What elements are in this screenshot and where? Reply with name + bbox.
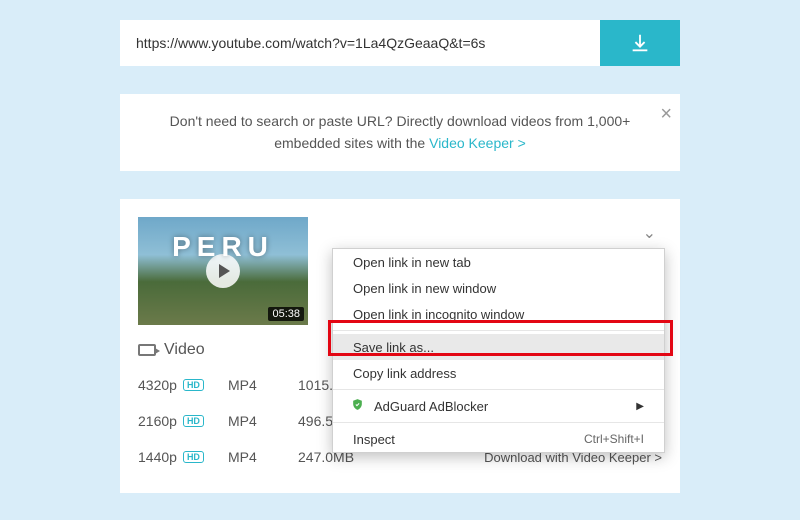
context-menu-item[interactable]: Inspect Ctrl+Shift+I (333, 426, 664, 452)
context-menu-label: Inspect (353, 432, 395, 447)
context-menu-label: Save link as... (353, 340, 434, 355)
quality-label: 4320p (138, 377, 177, 393)
chevron-down-icon[interactable]: ⌄ (643, 223, 656, 243)
context-menu-label: Copy link address (353, 366, 456, 381)
format-label: MP4 (228, 413, 298, 429)
context-menu-label: Open link in new window (353, 281, 496, 296)
context-menu-item[interactable]: Save link as... (333, 334, 664, 360)
thumb-title: PERU (138, 231, 308, 263)
context-menu-separator (333, 422, 664, 423)
url-row (120, 20, 680, 66)
url-input[interactable] (120, 20, 600, 66)
context-menu-item[interactable]: Open link in new window (333, 275, 664, 301)
banner-text: Don't need to search or paste URL? Direc… (170, 113, 631, 151)
format-label: MP4 (228, 449, 298, 465)
context-menu-separator (333, 330, 664, 331)
context-menu-item[interactable]: AdGuard AdBlocker ▶ (333, 393, 664, 419)
hd-badge: HD (183, 451, 204, 463)
close-icon[interactable]: × (660, 98, 672, 130)
context-menu-label: AdGuard AdBlocker (374, 399, 488, 414)
video-keeper-link[interactable]: Video Keeper > (429, 135, 526, 151)
fetch-button[interactable] (600, 20, 680, 66)
quality-label: 1440p (138, 449, 177, 465)
format-label: MP4 (228, 377, 298, 393)
context-menu-item[interactable]: Open link in incognito window (333, 301, 664, 327)
promo-banner: × Don't need to search or paste URL? Dir… (120, 94, 680, 171)
context-menu[interactable]: Open link in new tab Open link in new win… (332, 248, 665, 453)
context-menu-separator (333, 389, 664, 390)
submenu-arrow-icon: ▶ (636, 401, 644, 412)
video-thumbnail[interactable]: PERU 05:38 (138, 217, 308, 325)
context-menu-label: Open link in incognito window (353, 307, 524, 322)
context-menu-item[interactable]: Open link in new tab (333, 249, 664, 275)
section-label: Video (164, 341, 205, 359)
shortcut-label: Ctrl+Shift+I (584, 432, 644, 446)
duration-badge: 05:38 (268, 307, 304, 321)
hd-badge: HD (183, 379, 204, 391)
hd-badge: HD (183, 415, 204, 427)
context-menu-item[interactable]: Copy link address (333, 360, 664, 386)
download-icon (629, 32, 651, 54)
shield-icon (353, 397, 374, 415)
video-icon (138, 344, 156, 356)
context-menu-label: Open link in new tab (353, 255, 471, 270)
quality-label: 2160p (138, 413, 177, 429)
